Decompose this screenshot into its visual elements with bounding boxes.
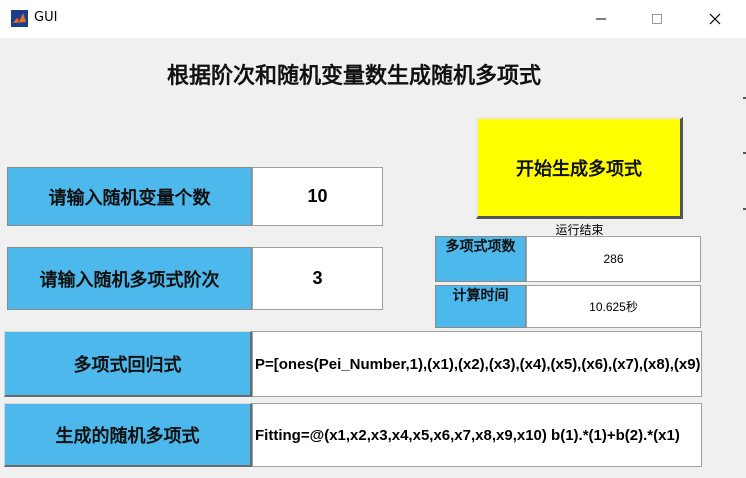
title-bar: GUI [0, 0, 746, 38]
order-input[interactable]: 3 [252, 247, 383, 310]
maximize-icon[interactable] [634, 6, 680, 32]
random-polynomial-button[interactable]: 生成的随机多项式 [4, 403, 252, 467]
matlab-icon [11, 10, 28, 27]
regression-button[interactable]: 多项式回归式 [4, 331, 252, 397]
close-icon[interactable] [692, 6, 738, 32]
time-label: 计算时间 [435, 285, 526, 328]
time-value: 10.625秒 [526, 285, 701, 328]
minimize-icon[interactable] [578, 6, 624, 32]
var-count-label: 请输入随机变量个数 [7, 167, 252, 226]
window-title: GUI [34, 10, 58, 25]
term-count-label: 多项式项数 [435, 236, 526, 282]
var-count-input[interactable]: 10 [252, 167, 383, 226]
page-title: 根据阶次和随机变量数生成随机多项式 [166, 64, 541, 89]
regression-output[interactable]: P=[ones(Pei_Number,1),(x1),(x2),(x3),(x4… [252, 331, 702, 397]
term-count-value: 286 [526, 236, 701, 282]
generate-polynomial-button[interactable]: 开始生成多项式 [476, 117, 683, 219]
order-label: 请输入随机多项式阶次 [7, 247, 252, 310]
random-polynomial-output[interactable]: Fitting=@(x1,x2,x3,x4,x5,x6,x7,x8,x9,x10… [252, 403, 702, 467]
